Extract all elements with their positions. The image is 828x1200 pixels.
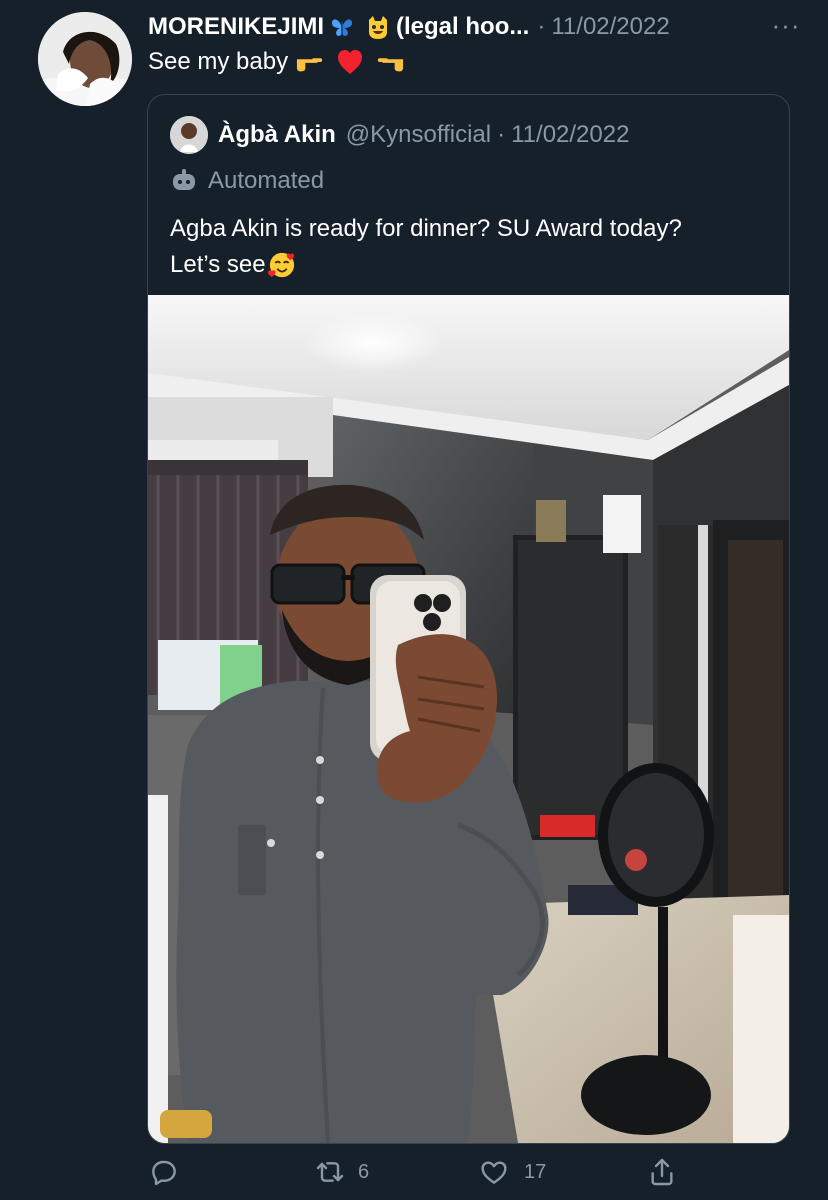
tweet-actions: 6 17 [148, 1152, 688, 1194]
mirror-selfie-image [148, 295, 789, 1143]
retweet-count: 6 [358, 1161, 370, 1183]
quoted-photo[interactable] [148, 295, 789, 1143]
heart-icon [481, 1161, 507, 1184]
share-button[interactable] [646, 1152, 678, 1192]
robot-icon [170, 167, 198, 195]
header-separator: · [537, 13, 546, 40]
point-left-icon [376, 48, 404, 76]
quoted-author-avatar[interactable] [170, 116, 208, 154]
like-button[interactable]: 17 [478, 1152, 546, 1192]
smiling-cat-icon [364, 13, 392, 41]
retweet-button[interactable]: 6 [314, 1152, 369, 1192]
tweet-header: MORENIKEJIMI (legal hoo... · 11/02/2022 [148, 12, 810, 42]
tweet-date[interactable]: 11/02/2022 [551, 12, 669, 42]
tweet-text: See my baby [148, 48, 289, 75]
quoted-header: Àgbà Akin @Kynsofficial · 11/02/2022 [170, 115, 629, 155]
quoted-tweet-card[interactable]: Àgbà Akin @Kynsofficial · 11/02/2022 Aut… [147, 94, 790, 1144]
retweet-icon [316, 1162, 344, 1182]
author-badge-text: (legal hoo... [396, 13, 530, 40]
quoted-avatar-image [170, 116, 208, 154]
tweet-text-row: See my baby [148, 46, 408, 78]
reply-button[interactable] [148, 1152, 180, 1192]
automated-label: Automated [208, 167, 325, 194]
author-name[interactable]: MORENIKEJIMI [148, 12, 324, 42]
reply-icon [152, 1160, 176, 1186]
tweet-page: MORENIKEJIMI (legal hoo... · 11/02/2022 … [0, 0, 828, 1200]
quoted-separator: · [497, 121, 506, 148]
author-avatar[interactable] [38, 12, 132, 106]
smiling-face-with-hearts-icon [267, 251, 296, 279]
avatar-image [38, 12, 132, 106]
like-count: 17 [524, 1161, 547, 1183]
quoted-handle[interactable]: @Kynsofficial [346, 121, 491, 149]
share-icon [651, 1158, 673, 1186]
quoted-text-line1: Agba Akin is ready for dinner? SU Award … [170, 215, 682, 242]
red-heart-icon [336, 48, 364, 76]
butterfly-icon [328, 13, 356, 41]
quoted-text: Agba Akin is ready for dinner? SU Award … [170, 211, 770, 283]
automated-label-row: Automated [170, 165, 324, 197]
quoted-date[interactable]: 11/02/2022 [511, 121, 629, 149]
more-options-button[interactable]: ··· [766, 12, 806, 42]
quoted-text-line2-row: Let’s see [170, 247, 770, 283]
quoted-author-name[interactable]: Àgbà Akin [218, 121, 336, 149]
point-right-icon [296, 48, 324, 76]
quoted-text-line2: Let’s see [170, 251, 266, 278]
